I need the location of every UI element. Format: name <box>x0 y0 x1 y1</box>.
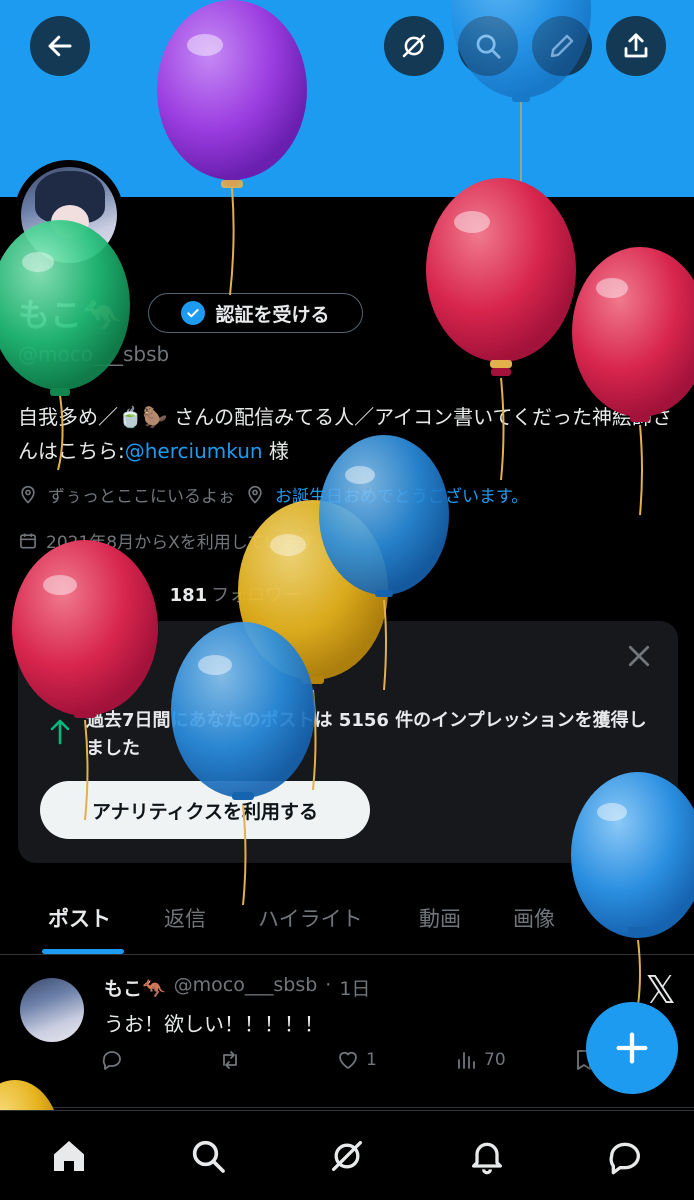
share-button[interactable] <box>606 16 666 76</box>
tab-highlights[interactable]: ハイライト <box>258 903 363 933</box>
arrow-left-icon <box>48 35 72 57</box>
following-count: 295 <box>18 585 56 606</box>
profile-banner <box>0 0 694 197</box>
like-count: 1 <box>366 1050 377 1070</box>
nav-search[interactable] <box>185 1133 231 1179</box>
pencil-icon <box>550 34 574 58</box>
nav-home[interactable] <box>46 1133 92 1179</box>
view-count: 70 <box>484 1050 506 1070</box>
arrow-up-icon <box>50 719 70 745</box>
profile-location: ずぅっとここにいるよぉ <box>48 487 235 507</box>
grok-icon <box>402 34 426 58</box>
followers-count: 181 <box>169 585 208 606</box>
followers-link[interactable]: 181 フォロワー <box>170 581 302 607</box>
bio-suffix: 様 <box>262 439 289 463</box>
profile-tabs: ポスト 返信 ハイライト 動画 画像 記事 <box>0 885 694 955</box>
grok-icon <box>332 1141 362 1171</box>
location-pin-icon-2 <box>248 485 262 504</box>
reply-icon <box>102 1051 121 1070</box>
follow-stats: 295 フォロー中 181 フォロワー <box>18 581 301 607</box>
compose-post-button[interactable] <box>586 1002 678 1094</box>
profile-handle: @moco___sbsb <box>18 342 170 366</box>
following-label: フォロー中 <box>59 585 150 606</box>
tab-images[interactable]: 画像 <box>513 903 555 933</box>
location-pin-icon <box>21 485 35 504</box>
tab-posts[interactable]: ポスト <box>48 903 111 933</box>
followers-label: フォロワー <box>211 585 302 606</box>
chat-bubble-icon <box>609 1142 640 1175</box>
following-link[interactable]: 295 フォロー中 <box>18 581 150 607</box>
post-text: うお！欲しい！！！！！ <box>104 1012 324 1036</box>
bio-mention-link[interactable]: @herciumkun <box>125 439 263 463</box>
post-separator: · <box>325 974 332 996</box>
nav-grok[interactable] <box>324 1133 370 1179</box>
search-button[interactable] <box>458 16 518 76</box>
profile-name: もこ🦘 <box>18 296 122 334</box>
impressions-message: 過去7日間にあなたのポストは 5156 件のインプレッションを獲得しました <box>86 710 647 759</box>
views-chart-icon <box>458 1052 475 1069</box>
close-icon[interactable] <box>624 641 654 671</box>
like-button[interactable]: 1 <box>336 1048 377 1072</box>
get-verified-button[interactable]: 認証を受ける <box>148 293 363 333</box>
post-author-name: もこ🦘 <box>104 978 166 1000</box>
back-button[interactable] <box>30 16 90 76</box>
analytics-button[interactable]: アナリティクスを利用する <box>40 781 370 839</box>
post-avatar[interactable] <box>20 978 84 1042</box>
heart-icon <box>339 1051 357 1069</box>
post-time: 1日 <box>339 978 371 1000</box>
profile-avatar[interactable] <box>14 160 124 270</box>
private-label: 非公開 <box>42 647 88 665</box>
grok-button[interactable] <box>384 16 444 76</box>
get-verified-label: 認証を受ける <box>215 303 330 326</box>
profile-bio: 自我多め／🍵🦫 さんの配信みてる人／アイコン書いてくだった神絵師さんはこちら:@… <box>18 400 678 468</box>
tab-videos[interactable]: 動画 <box>419 903 461 933</box>
repost-icon <box>223 1051 237 1069</box>
post-header: もこ🦘 @moco___sbsb · 1日 <box>104 974 370 1001</box>
tab-articles[interactable]: 記事 <box>607 903 649 933</box>
plus-icon <box>616 1032 648 1064</box>
joined-date: 2021年8月からXを利用しています <box>46 533 316 553</box>
bio-text: 自我多め／🍵🦫 さんの配信みてる人／アイコン書いてくだ <box>18 405 552 429</box>
impressions-card: 非公開 過去7日間にあなたのポストは 5156 件のインプレッションを獲得しまし… <box>18 621 678 863</box>
views-button[interactable]: 70 <box>454 1048 506 1072</box>
bottom-navigation <box>0 1110 694 1200</box>
search-icon <box>476 34 501 59</box>
profile-website-link[interactable]: お誕生日おめでとうございます。 <box>275 482 528 507</box>
post-actions: 1 70 <box>100 1048 620 1078</box>
edit-button[interactable] <box>532 16 592 76</box>
tab-replies[interactable]: 返信 <box>164 903 206 933</box>
profile-joined: 2021年8月からXを利用しています <box>18 528 315 553</box>
home-icon <box>54 1141 84 1171</box>
verified-badge-icon <box>181 301 206 325</box>
profile-meta: ずぅっとここにいるよぉ お誕生日おめでとうございます。 <box>18 482 528 507</box>
reply-button[interactable] <box>100 1048 130 1072</box>
nav-notifications[interactable] <box>464 1133 510 1179</box>
repost-button[interactable] <box>218 1048 248 1072</box>
share-icon <box>624 33 648 58</box>
bell-icon <box>472 1142 502 1175</box>
active-tab-indicator <box>42 949 124 954</box>
post-author-handle: @moco___sbsb <box>173 974 318 996</box>
nav-messages[interactable] <box>602 1133 648 1179</box>
calendar-icon <box>20 533 36 548</box>
balloon-red-2 <box>572 247 694 516</box>
search-icon <box>192 1140 225 1173</box>
